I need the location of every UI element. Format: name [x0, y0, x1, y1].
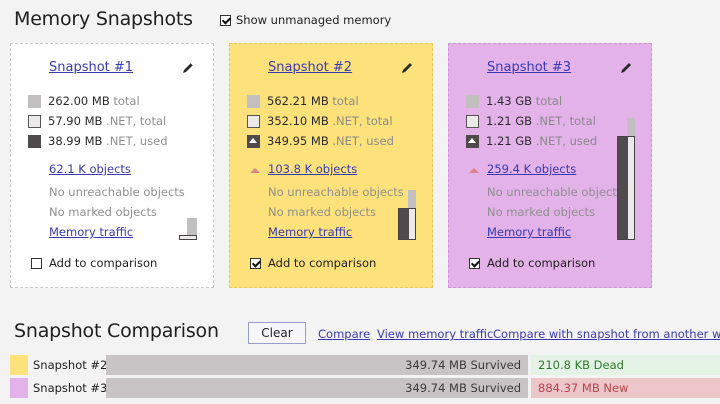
net-total-swatch: [466, 114, 479, 128]
memory-bar-chart: [398, 190, 418, 240]
marked-text: No marked objects: [268, 205, 376, 219]
memory-traffic-link[interactable]: Memory traffic: [487, 225, 571, 239]
memory-bar-chart: [617, 118, 637, 240]
comparison-row[interactable]: Snapshot #3 349.74 MB Survived 884.37 MB…: [10, 378, 720, 398]
add-to-comparison-checkbox[interactable]: [250, 257, 261, 269]
comparison-title: Snapshot Comparison: [14, 320, 219, 342]
increase-arrow-icon: [469, 168, 479, 173]
objects-link[interactable]: 62.1 K objects: [49, 162, 131, 176]
stat-net-total: 57.90 MB .NET, total: [28, 114, 166, 128]
unreachable-text: No unreachable objects: [49, 185, 185, 199]
net-used-swatch: [28, 134, 41, 148]
snapshot-card-3[interactable]: Snapshot #3 1.43 GB total 1.21 GB .NET, …: [448, 43, 652, 288]
dead-bar: 210.8 KB Dead: [531, 355, 720, 375]
net-used-swatch: [247, 134, 260, 148]
show-unmanaged-toggle[interactable]: Show unmanaged memory: [220, 13, 391, 27]
total-swatch: [247, 94, 260, 108]
add-to-comparison-checkbox[interactable]: [469, 257, 480, 269]
new-bar: 884.37 MB New: [531, 378, 720, 398]
stat-net-used: 1.21 GB .NET, used: [466, 134, 597, 148]
survived-bar: 349.74 MB Survived: [106, 355, 528, 375]
show-unmanaged-checkbox[interactable]: [220, 14, 231, 26]
pencil-icon[interactable]: [181, 61, 195, 75]
objects-link[interactable]: 259.4 K objects: [487, 162, 576, 176]
stat-total: 262.00 MB total: [28, 94, 140, 108]
net-total-swatch: [247, 114, 260, 128]
add-to-comparison[interactable]: Add to comparison: [250, 256, 376, 270]
add-to-comparison[interactable]: Add to comparison: [469, 256, 595, 270]
compare-other-workspace-link[interactable]: Compare with snapshot from another work: [493, 327, 720, 341]
total-swatch: [466, 94, 479, 108]
snapshot-color-chip: [10, 378, 28, 398]
add-to-comparison-checkbox[interactable]: [31, 257, 42, 269]
bar-net-total: [179, 235, 197, 240]
snapshot-card-2[interactable]: Snapshot #2 562.21 MB total 352.10 MB .N…: [229, 43, 433, 288]
add-to-comparison[interactable]: Add to comparison: [31, 256, 157, 270]
survived-bar: 349.74 MB Survived: [106, 378, 528, 398]
snapshot-title-link[interactable]: Snapshot #3: [487, 60, 571, 75]
bar-net-used: [399, 209, 409, 239]
memory-bar-chart: [179, 218, 199, 240]
stat-total: 562.21 MB total: [247, 94, 359, 108]
view-memory-traffic-link[interactable]: View memory traffic: [377, 327, 493, 341]
row-snapshot-name: Snapshot #2: [33, 358, 108, 372]
snapshot-title-link[interactable]: Snapshot #2: [268, 60, 352, 75]
stat-net-used: 38.99 MB .NET, used: [28, 134, 168, 148]
stat-net-total: 1.21 GB .NET, total: [466, 114, 596, 128]
marked-text: No marked objects: [49, 205, 157, 219]
increase-arrow-icon: [250, 168, 260, 173]
memory-traffic-link[interactable]: Memory traffic: [268, 225, 352, 239]
unreachable-text: No unreachable objects: [487, 185, 623, 199]
page-title: Memory Snapshots: [14, 8, 193, 30]
comparison-row[interactable]: Snapshot #2 349.74 MB Survived 210.8 KB …: [10, 355, 720, 375]
bar-net-used: [618, 137, 628, 239]
clear-button[interactable]: Clear: [248, 322, 306, 344]
show-unmanaged-label: Show unmanaged memory: [236, 13, 392, 27]
stat-net-total: 352.10 MB .NET, total: [247, 114, 393, 128]
snapshot-color-chip: [10, 355, 28, 375]
pencil-icon[interactable]: [619, 61, 633, 75]
snapshot-title-link[interactable]: Snapshot #1: [49, 60, 133, 75]
row-snapshot-name: Snapshot #3: [33, 381, 108, 395]
marked-text: No marked objects: [487, 205, 595, 219]
stat-total: 1.43 GB total: [466, 94, 562, 108]
memory-traffic-link[interactable]: Memory traffic: [49, 225, 133, 239]
snapshot-card-1[interactable]: Snapshot #1 262.00 MB total 57.90 MB .NE…: [10, 43, 214, 288]
stat-net-used: 349.95 MB .NET, used: [247, 134, 394, 148]
unreachable-text: No unreachable objects: [268, 185, 404, 199]
net-total-swatch: [28, 114, 41, 128]
net-used-swatch: [466, 134, 479, 148]
pencil-icon[interactable]: [400, 61, 414, 75]
compare-link[interactable]: Compare: [318, 327, 370, 341]
objects-link[interactable]: 103.8 K objects: [268, 162, 357, 176]
total-swatch: [28, 94, 41, 108]
